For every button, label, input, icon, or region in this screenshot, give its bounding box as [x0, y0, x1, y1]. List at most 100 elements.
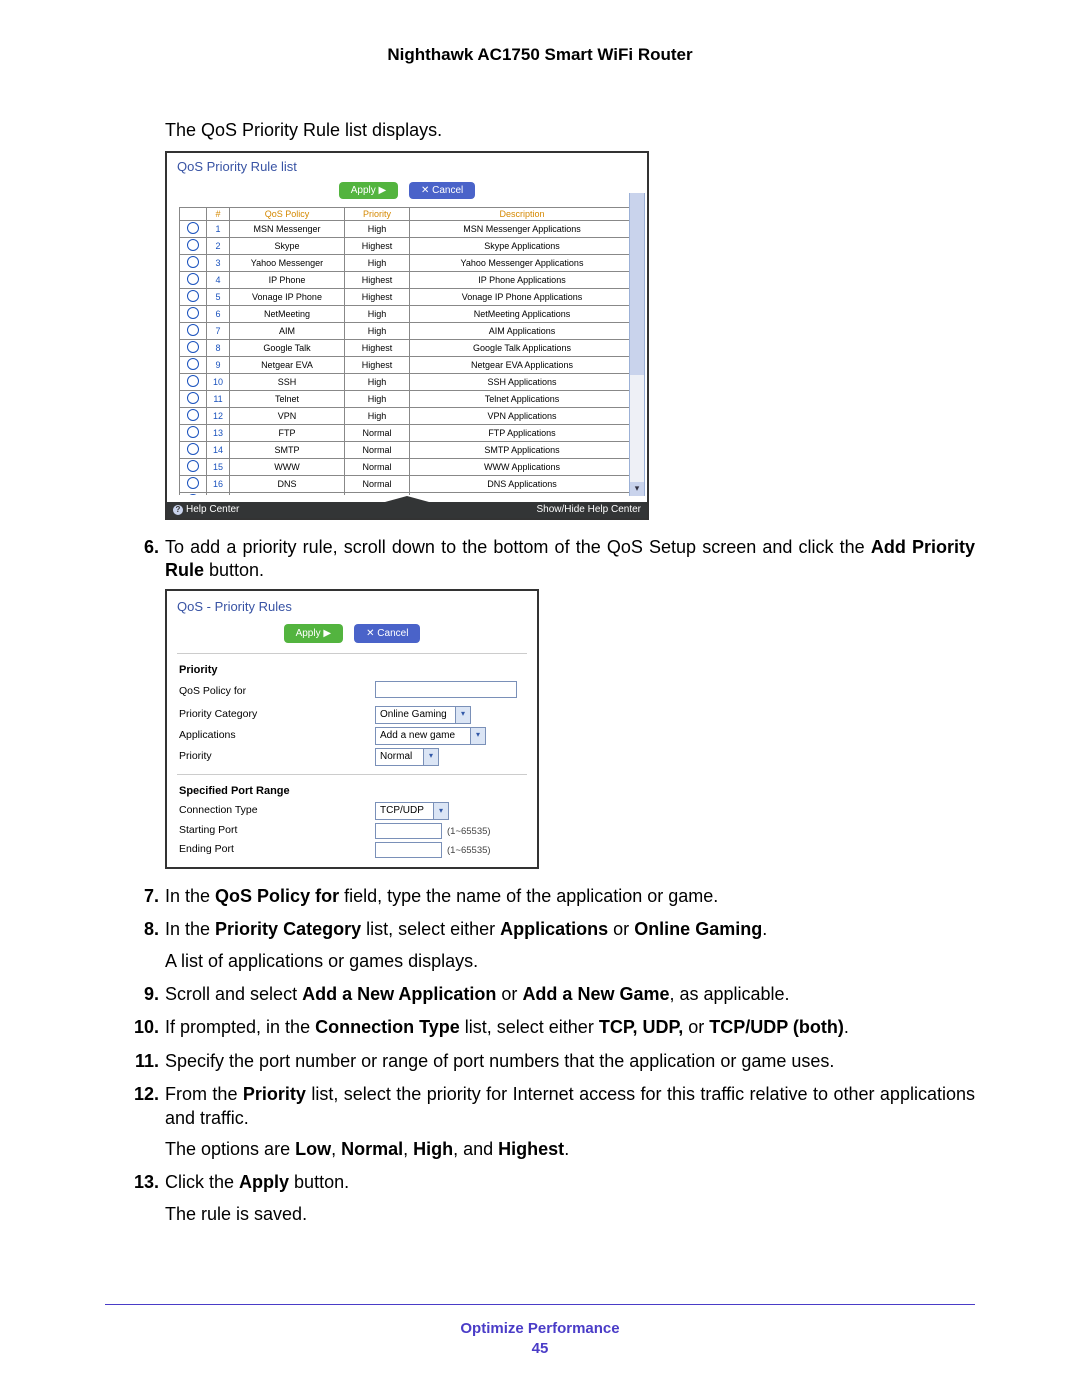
cell-desc: Telnet Applications: [410, 391, 635, 408]
table-row: 6NetMeetingHighNetMeeting Applications: [180, 306, 635, 323]
cell-num: 16: [207, 476, 230, 493]
radio-icon[interactable]: [187, 324, 199, 336]
cell-desc: Yahoo Messenger Applications: [410, 255, 635, 272]
cell-desc: VPN Applications: [410, 408, 635, 425]
cell-priority: Normal: [345, 442, 410, 459]
cell-priority: Highest: [345, 340, 410, 357]
cell-policy: AIM: [230, 323, 345, 340]
cell-priority: Highest: [345, 289, 410, 306]
screenshot-qos-rule-list: QoS Priority Rule list Apply ▶ ✕ Cancel …: [165, 151, 649, 520]
table-row: 15WWWNormalWWW Applications: [180, 459, 635, 476]
cell-policy: WWW: [230, 459, 345, 476]
cell-desc: IP Phone Applications: [410, 272, 635, 289]
radio-icon[interactable]: [187, 494, 199, 495]
cell-policy: SMTP: [230, 442, 345, 459]
radio-icon[interactable]: [187, 460, 199, 472]
cell-desc: SSH Applications: [410, 374, 635, 391]
qos-rule-table: # QoS Policy Priority Description 1MSN M…: [179, 207, 635, 495]
cell-num: 5: [207, 289, 230, 306]
step-text: In the QoS Policy for field, type the na…: [165, 886, 718, 906]
page-number: 45: [105, 1340, 975, 1357]
apply-button[interactable]: Apply ▶: [284, 624, 343, 643]
step-subtext: The rule is saved.: [165, 1203, 975, 1226]
radio-icon[interactable]: [187, 477, 199, 489]
cell-policy: NetMeeting: [230, 306, 345, 323]
radio-icon[interactable]: [187, 256, 199, 268]
scroll-down-icon[interactable]: ▾: [630, 482, 644, 496]
cell-policy: Netgear EVA: [230, 357, 345, 374]
panel-title: QoS Priority Rule list: [167, 153, 647, 182]
cell-desc: FTP Applications: [410, 425, 635, 442]
cancel-button[interactable]: ✕ Cancel: [409, 182, 475, 199]
port-hint: (1~65535): [447, 845, 491, 856]
cell-num: 13: [207, 425, 230, 442]
intro-text: The QoS Priority Rule list displays.: [165, 120, 975, 141]
cell-priority: Normal: [345, 425, 410, 442]
table-row: 2SkypeHighestSkype Applications: [180, 238, 635, 255]
chevron-down-icon: ▾: [470, 728, 485, 744]
cell-priority: High: [345, 323, 410, 340]
radio-icon[interactable]: [187, 358, 199, 370]
radio-icon[interactable]: [187, 222, 199, 234]
radio-icon[interactable]: [187, 290, 199, 302]
cell-priority: High: [345, 408, 410, 425]
help-left[interactable]: Help Center: [186, 504, 239, 515]
priority-category-select[interactable]: Online Gaming▾: [375, 706, 471, 724]
table-row: 4IP PhoneHighestIP Phone Applications: [180, 272, 635, 289]
step-text: Specify the port number or range of port…: [165, 1051, 834, 1071]
cell-desc: WWW Applications: [410, 459, 635, 476]
radio-icon[interactable]: [187, 426, 199, 438]
step-num: 11.: [123, 1050, 159, 1073]
priority-select[interactable]: Normal▾: [375, 748, 439, 766]
cell-desc: Vonage IP Phone Applications: [410, 289, 635, 306]
qos-policy-input[interactable]: [375, 681, 517, 698]
label-ending-port: Ending Port: [179, 843, 319, 857]
table-row: 7AIMHighAIM Applications: [180, 323, 635, 340]
step-subtext: A list of applications or games displays…: [165, 950, 975, 973]
scrollbar-thumb[interactable]: [630, 194, 644, 375]
cell-desc: Netgear EVA Applications: [410, 357, 635, 374]
step-text: From the Priority list, select the prior…: [165, 1084, 975, 1127]
connection-type-select[interactable]: TCP/UDP▾: [375, 802, 449, 820]
help-bar: ?Help Center Show/Hide Help Center: [167, 502, 647, 518]
help-right[interactable]: Show/Hide Help Center: [537, 502, 642, 518]
screenshot-priority-rules: QoS - Priority Rules Apply ▶ ✕ Cancel Pr…: [165, 589, 539, 869]
step-num: 6.: [123, 536, 159, 559]
label-starting-port: Starting Port: [179, 824, 319, 838]
table-row: 11TelnetHighTelnet Applications: [180, 391, 635, 408]
cell-priority: Normal: [345, 493, 410, 496]
page-title: Nighthawk AC1750 Smart WiFi Router: [105, 45, 975, 65]
table-row: 16DNSNormalDNS Applications: [180, 476, 635, 493]
cell-policy: ICMP: [230, 493, 345, 496]
radio-icon[interactable]: [187, 273, 199, 285]
starting-port-input[interactable]: [375, 823, 442, 839]
scrollbar[interactable]: ▴ ▾: [629, 193, 645, 496]
cell-num: 2: [207, 238, 230, 255]
cell-desc: DNS Applications: [410, 476, 635, 493]
cell-desc: MSN Messenger Applications: [410, 221, 635, 238]
cell-policy: Skype: [230, 238, 345, 255]
cell-num: 3: [207, 255, 230, 272]
applications-select[interactable]: Add a new game▾: [375, 727, 486, 745]
radio-icon[interactable]: [187, 341, 199, 353]
chevron-down-icon: ▾: [433, 803, 448, 819]
step-text: If prompted, in the Connection Type list…: [165, 1017, 849, 1037]
radio-icon[interactable]: [187, 443, 199, 455]
radio-icon[interactable]: [187, 375, 199, 387]
radio-icon[interactable]: [187, 307, 199, 319]
label-qos-policy-for: QoS Policy for: [179, 685, 319, 699]
chevron-down-icon: ▾: [423, 749, 438, 765]
cell-policy: MSN Messenger: [230, 221, 345, 238]
radio-icon[interactable]: [187, 239, 199, 251]
radio-icon[interactable]: [187, 409, 199, 421]
step-num: 12.: [123, 1083, 159, 1106]
cell-num: 12: [207, 408, 230, 425]
table-row: 17ICMPNormalICMP Applications: [180, 493, 635, 496]
apply-button[interactable]: Apply ▶: [339, 182, 398, 199]
radio-icon[interactable]: [187, 392, 199, 404]
page-footer: Optimize Performance 45: [105, 1304, 975, 1357]
ending-port-input[interactable]: [375, 842, 442, 858]
cell-policy: Vonage IP Phone: [230, 289, 345, 306]
cell-desc: AIM Applications: [410, 323, 635, 340]
cancel-button[interactable]: ✕ Cancel: [354, 624, 420, 643]
